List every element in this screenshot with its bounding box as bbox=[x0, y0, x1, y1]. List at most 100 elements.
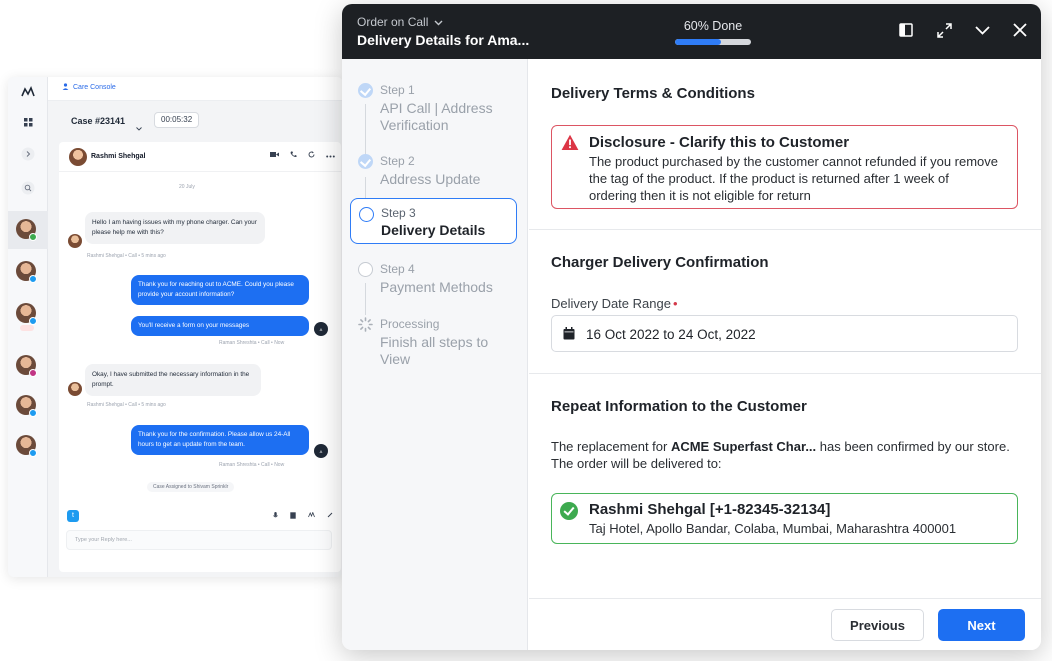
message-meta: Raman Shreshta • Call • Now bbox=[219, 462, 285, 468]
message-meta: Rashmi Shehgal • Call • 5 mins ago bbox=[87, 253, 166, 259]
charger-heading: Charger Delivery Confirmation bbox=[551, 254, 769, 271]
steps-sidebar: Step 1 API Call | Address Verification S… bbox=[342, 59, 528, 650]
step-3[interactable]: Step 3 Delivery Details bbox=[350, 198, 517, 244]
modal-header: Order on Call Delivery Details for Ama..… bbox=[342, 4, 1041, 59]
repeat-heading: Repeat Information to the Customer bbox=[551, 398, 807, 415]
case-timer: 00:05:32 bbox=[154, 112, 200, 128]
terms-heading: Delivery Terms & Conditions bbox=[551, 85, 755, 102]
step-label: Address Update bbox=[380, 171, 481, 187]
reply-input[interactable]: Type your Reply here... bbox=[66, 530, 332, 550]
progress-fill bbox=[675, 39, 721, 45]
check-circle-icon bbox=[560, 502, 578, 520]
step-1[interactable]: Step 1 API Call | Address Verification bbox=[350, 77, 517, 137]
repeat-info-text: The replacement for ACME Superfast Char.… bbox=[551, 438, 1021, 472]
current-step-icon bbox=[359, 207, 374, 222]
delivery-date-label: Delivery Date Range • bbox=[551, 296, 678, 311]
chevron-right-icon[interactable] bbox=[17, 143, 39, 165]
message-incoming: Hello I am having issues with my phone c… bbox=[85, 212, 265, 244]
next-button[interactable]: Next bbox=[938, 609, 1025, 641]
refresh-icon[interactable] bbox=[308, 151, 315, 160]
spinner-icon bbox=[358, 317, 373, 332]
step-label: Payment Methods bbox=[380, 279, 493, 295]
section-divider bbox=[529, 373, 1041, 374]
check-icon bbox=[358, 83, 373, 98]
collapse-icon[interactable] bbox=[973, 21, 991, 39]
message-outgoing: Thank you for reaching out to ACME. Coul… bbox=[131, 275, 309, 305]
chevron-down-icon[interactable] bbox=[136, 118, 142, 136]
step-content: Delivery Terms & Conditions Disclosure -… bbox=[529, 59, 1041, 600]
avatar bbox=[69, 148, 87, 166]
left-rail bbox=[8, 77, 48, 577]
avatar bbox=[68, 234, 82, 248]
progress-label: 60% Done bbox=[683, 19, 743, 33]
tab-care-console[interactable]: Care Console bbox=[62, 83, 116, 92]
step-number: Processing bbox=[380, 317, 440, 331]
calendar-icon bbox=[563, 327, 575, 340]
step-label: Finish all steps to View bbox=[380, 334, 489, 367]
disclosure-title: Disclosure - Clarify this to Customer bbox=[589, 134, 850, 151]
delivery-date-value: 16 Oct 2022 to 24 Oct, 2022 bbox=[586, 327, 756, 342]
pending-step-icon bbox=[358, 262, 373, 277]
video-icon[interactable] bbox=[270, 151, 279, 160]
expand-icon[interactable] bbox=[935, 21, 953, 39]
previous-button[interactable]: Previous bbox=[831, 609, 924, 641]
delivery-address: Taj Hotel, Apollo Bandar, Colaba, Mumbai… bbox=[589, 521, 957, 536]
delivery-contact-card: Rashmi Shehgal [+1-82345-32134] Taj Hote… bbox=[551, 493, 1018, 544]
mic-icon[interactable] bbox=[273, 512, 278, 521]
field-label-text: Delivery Date Range bbox=[551, 296, 671, 311]
product-name: ACME Superfast Char... bbox=[670, 439, 817, 454]
message-outgoing: Thank you for the confirmation. Please a… bbox=[131, 425, 309, 455]
close-icon[interactable] bbox=[1011, 21, 1029, 39]
guided-workflow-modal: Order on Call Delivery Details for Ama..… bbox=[342, 4, 1041, 650]
case-title[interactable]: Case #23141 bbox=[71, 116, 125, 126]
person-icon bbox=[62, 83, 69, 92]
care-console-window: Care Console Case #23141 00:05:32 Rashmi… bbox=[8, 77, 343, 577]
required-marker: • bbox=[672, 296, 678, 311]
sidebar-toggle-icon[interactable] bbox=[897, 21, 915, 39]
section-divider bbox=[529, 229, 1041, 230]
message-outgoing: You'll receive a form on your messages bbox=[131, 316, 309, 336]
contact-name: Rashmi Shehgal bbox=[91, 153, 146, 160]
step-number: Step 1 bbox=[380, 83, 415, 97]
twitter-badge-icon bbox=[29, 275, 37, 283]
contact-name-phone: Rashmi Shehgal [+1-82345-32134] bbox=[589, 501, 831, 518]
whatsapp-badge-icon bbox=[29, 233, 37, 241]
agent-avatar: A bbox=[314, 322, 328, 336]
message-incoming: Okay, I have submitted the necessary inf… bbox=[85, 364, 261, 396]
message-meta: Raman Shreshta • Call • Now bbox=[219, 340, 285, 346]
repeat-text-before: The replacement for bbox=[551, 439, 671, 454]
progress-bar bbox=[675, 39, 751, 45]
link-icon[interactable] bbox=[327, 512, 333, 521]
chat-panel: Rashmi Shehgal 20 July Hello I am having… bbox=[59, 142, 341, 572]
chevron-down-icon bbox=[434, 15, 443, 29]
modal-title: Delivery Details for Ama... bbox=[357, 32, 530, 48]
workflow-selector[interactable]: Order on Call bbox=[357, 15, 443, 29]
unread-badge bbox=[20, 325, 34, 331]
twitter-badge-icon bbox=[29, 317, 37, 325]
step-label: Delivery Details bbox=[381, 222, 486, 238]
warning-icon bbox=[561, 134, 579, 152]
step-2[interactable]: Step 2 Address Update bbox=[350, 148, 517, 188]
step-label: API Call | Address Verification bbox=[380, 100, 493, 133]
twitter-icon: t bbox=[67, 510, 79, 522]
phone-icon[interactable] bbox=[290, 151, 297, 160]
modal-footer: Previous Next bbox=[529, 598, 1041, 650]
disclosure-alert: Disclosure - Clarify this to Customer Th… bbox=[551, 125, 1018, 209]
search-icon[interactable] bbox=[17, 177, 39, 199]
check-icon bbox=[358, 154, 373, 169]
system-note: Case Assigned to Shivam Sprinklr bbox=[147, 482, 235, 492]
more-icon[interactable] bbox=[326, 151, 335, 160]
step-4[interactable]: Step 4 Payment Methods bbox=[350, 256, 517, 296]
step-number: Step 3 bbox=[381, 206, 416, 220]
tab-label: Care Console bbox=[73, 84, 116, 91]
step-number: Step 4 bbox=[380, 262, 415, 276]
grid-icon[interactable] bbox=[17, 111, 39, 133]
sprinklr-icon[interactable] bbox=[308, 511, 315, 521]
twitter-badge-icon bbox=[29, 449, 37, 457]
delivery-date-field[interactable]: 16 Oct 2022 to 24 Oct, 2022 bbox=[551, 315, 1018, 352]
chat-header: Rashmi Shehgal bbox=[59, 142, 341, 172]
console-tab-bar: Care Console bbox=[48, 77, 343, 101]
app-logo-icon bbox=[17, 81, 39, 103]
note-icon[interactable] bbox=[290, 512, 296, 521]
case-header: Case #23141 00:05:32 bbox=[48, 101, 343, 141]
